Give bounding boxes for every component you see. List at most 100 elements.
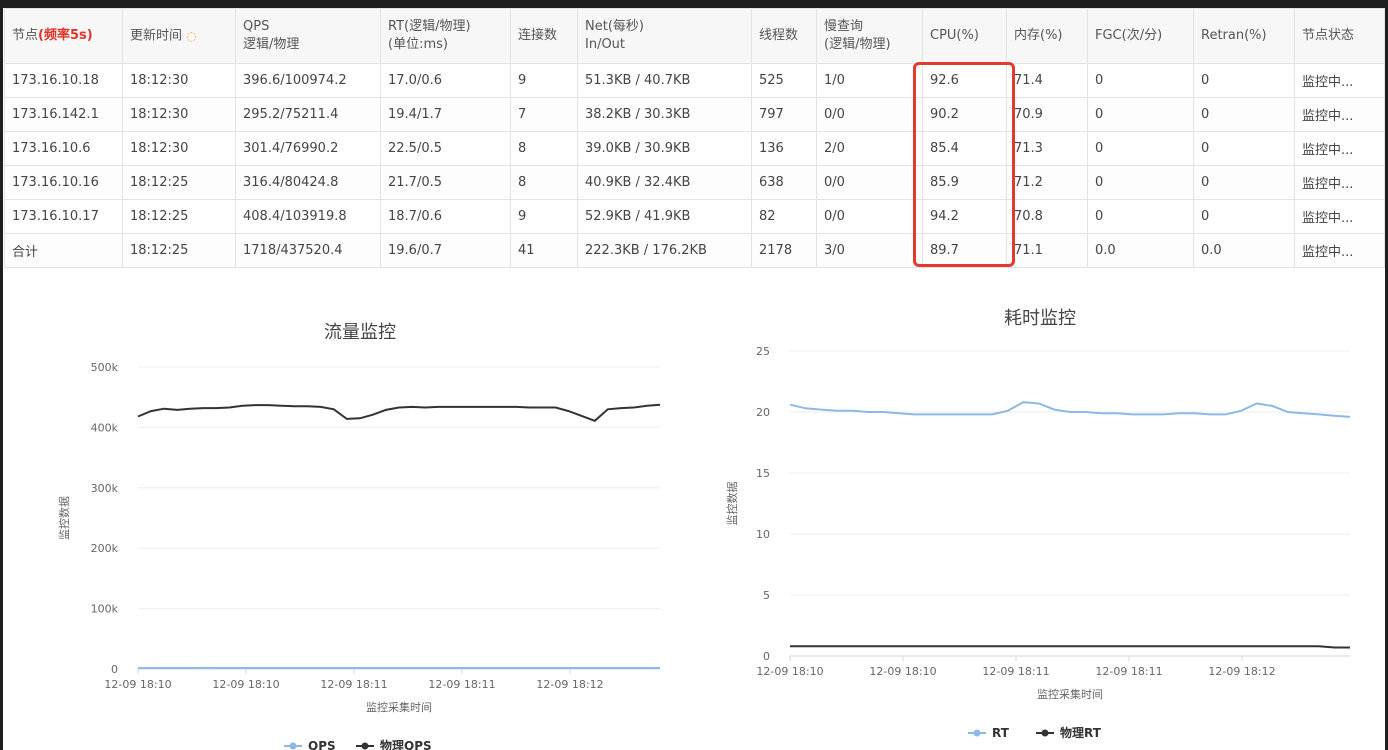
connections-value: 41 (510, 233, 578, 268)
node-ip[interactable]: 173.16.10.16 (4, 165, 123, 200)
rt-value: 22.5/0.5 (380, 131, 511, 166)
legend-label: 物理QPS (380, 738, 432, 750)
header-node[interactable]: 节点(频率5s) (4, 8, 123, 64)
net-value: 40.9KB / 32.4KB (577, 165, 752, 200)
fgc-value: 0 (1087, 199, 1194, 234)
node-ip[interactable]: 合计 (4, 233, 123, 268)
node-ip[interactable]: 173.16.10.18 (4, 63, 123, 98)
x-tick-label: 12-09 18:11 (982, 665, 1049, 678)
x-tick-label: 12-09 18:10 (756, 665, 823, 678)
header-node-status[interactable]: 节点状态 (1294, 8, 1385, 64)
y-tick-label: 400k (91, 421, 119, 434)
node-status[interactable]: 监控中... (1294, 233, 1385, 268)
node-ip[interactable]: 173.16.10.6 (4, 131, 123, 166)
memory-value: 70.8 (1006, 199, 1088, 234)
window-left-frame (0, 0, 3, 750)
retran-value: 0 (1193, 199, 1295, 234)
node-status[interactable]: 监控中... (1294, 131, 1385, 166)
header-rt[interactable]: RT(逻辑/物理) (单位:ms) (380, 8, 511, 64)
header-net[interactable]: Net(每秒) In/Out (577, 8, 752, 64)
legend-marker-icon (289, 742, 297, 750)
table-row: 173.16.10.18 18:12:30 396.6/100974.2 17.0/0… (4, 63, 1385, 98)
threads-value: 638 (751, 165, 817, 200)
header-slow-query[interactable]: 慢查询 (逻辑/物理) (816, 8, 923, 64)
rt-value: 21.7/0.5 (380, 165, 511, 200)
qps-value: 301.4/76990.2 (235, 131, 381, 166)
threads-value: 82 (751, 199, 817, 234)
slow-query-value: 0/0 (816, 165, 923, 200)
header-qps[interactable]: QPS 逻辑/物理 (235, 8, 381, 64)
header-fgc[interactable]: FGC(次/分) (1087, 8, 1194, 64)
table-row: 173.16.10.6 18:12:30 301.4/76990.2 22.5/0.5… (4, 131, 1385, 166)
fgc-value: 0 (1087, 97, 1194, 132)
node-status[interactable]: 监控中... (1294, 165, 1385, 200)
connections-value: 8 (510, 131, 578, 166)
header-update-time[interactable]: 更新时间 ◌ (122, 8, 236, 64)
window-top-frame (0, 0, 1388, 8)
legend-item[interactable]: RT (968, 726, 1010, 740)
y-tick-label: 0 (763, 650, 770, 663)
header-memory[interactable]: 内存(%) (1006, 8, 1088, 64)
chart-svg: 流量监控 0 100k 200k 300k 400k 500k 12-09 18:10 12-0… (57, 322, 661, 750)
y-tick-label: 200k (91, 542, 119, 555)
memory-value: 71.3 (1006, 131, 1088, 166)
y-tick-label: 500k (91, 361, 119, 374)
rt-value: 18.7/0.6 (380, 199, 511, 234)
node-status[interactable]: 监控中... (1294, 97, 1385, 132)
y-tick-label: 10 (756, 528, 770, 541)
retran-value: 0 (1193, 131, 1295, 166)
y-tick-label: 100k (91, 603, 119, 616)
series-line-1 (137, 403, 661, 422)
legend-label: RT (992, 726, 1010, 740)
table-row: 173.16.10.17 18:12:25 408.4/103919.8 18.7/0… (4, 199, 1385, 234)
net-value: 39.0KB / 30.9KB (577, 131, 752, 166)
node-ip[interactable]: 173.16.10.17 (4, 199, 123, 234)
fgc-value: 0 (1087, 131, 1194, 166)
x-axis-label: 监控采集时间 (366, 700, 432, 714)
update-time: 18:12:30 (122, 131, 236, 166)
legend-label: QPS (308, 739, 336, 750)
legend-marker-icon (1041, 729, 1049, 737)
cpu-value: 94.2 (922, 199, 1007, 234)
legend-item[interactable]: 物理RT (1036, 725, 1102, 740)
update-time: 18:12:30 (122, 97, 236, 132)
update-time: 18:12:25 (122, 233, 236, 268)
update-time: 18:12:25 (122, 165, 236, 200)
header-cpu[interactable]: CPU(%) (922, 8, 1007, 64)
connections-value: 9 (510, 199, 578, 234)
node-status[interactable]: 监控中... (1294, 199, 1385, 234)
table-row: 合计 18:12:25 1718/437520.4 19.6/0.7 41 222.3KB… (4, 233, 1385, 268)
x-tick-label: 12-09 18:10 (212, 678, 279, 691)
retran-value: 0.0 (1193, 233, 1295, 268)
memory-value: 71.2 (1006, 165, 1088, 200)
y-tick-label: 5 (763, 589, 770, 602)
latency-chart: 耗时监控 0 5 10 15 20 25 12-09 18:10 12-09 18:10 12-0… (710, 296, 1380, 750)
memory-value: 71.4 (1006, 63, 1088, 98)
header-retran[interactable]: Retran(%) (1193, 8, 1295, 64)
node-monitor-table: 节点(频率5s) 更新时间 ◌ QPS 逻辑/物理 RT(逻辑/物理) (单位:ms… (4, 8, 1385, 268)
chart-title: 耗时监控 (1004, 308, 1076, 329)
y-tick-label: 25 (756, 345, 770, 358)
legend-item[interactable]: 物理QPS (356, 738, 432, 750)
x-tick-label: 12-09 18:11 (320, 678, 387, 691)
net-value: 52.9KB / 41.9KB (577, 199, 752, 234)
y-axis-label: 监控数据 (57, 496, 71, 540)
node-ip[interactable]: 173.16.142.1 (4, 97, 123, 132)
header-connections[interactable]: 连接数 (510, 8, 578, 64)
threads-value: 2178 (751, 233, 817, 268)
memory-value: 71.1 (1006, 233, 1088, 268)
x-axis-label: 监控采集时间 (1037, 687, 1103, 701)
y-axis-label: 监控数据 (725, 482, 739, 526)
cpu-value: 85.4 (922, 131, 1007, 166)
table-body: 173.16.10.18 18:12:30 396.6/100974.2 17.0/0… (4, 63, 1385, 268)
x-tick-label: 12-09 18:11 (428, 678, 495, 691)
table-header: 节点(频率5s) 更新时间 ◌ QPS 逻辑/物理 RT(逻辑/物理) (单位:ms… (4, 8, 1385, 64)
header-threads[interactable]: 线程数 (751, 8, 817, 64)
update-time: 18:12:30 (122, 63, 236, 98)
traffic-chart: 流量监控 0 100k 200k 300k 400k 500k 12-09 18:10 12-0… (40, 300, 700, 750)
update-time: 18:12:25 (122, 199, 236, 234)
node-status[interactable]: 监控中... (1294, 63, 1385, 98)
legend-marker-icon (361, 742, 369, 750)
legend-item[interactable]: QPS (284, 739, 336, 750)
slow-query-value: 0/0 (816, 199, 923, 234)
